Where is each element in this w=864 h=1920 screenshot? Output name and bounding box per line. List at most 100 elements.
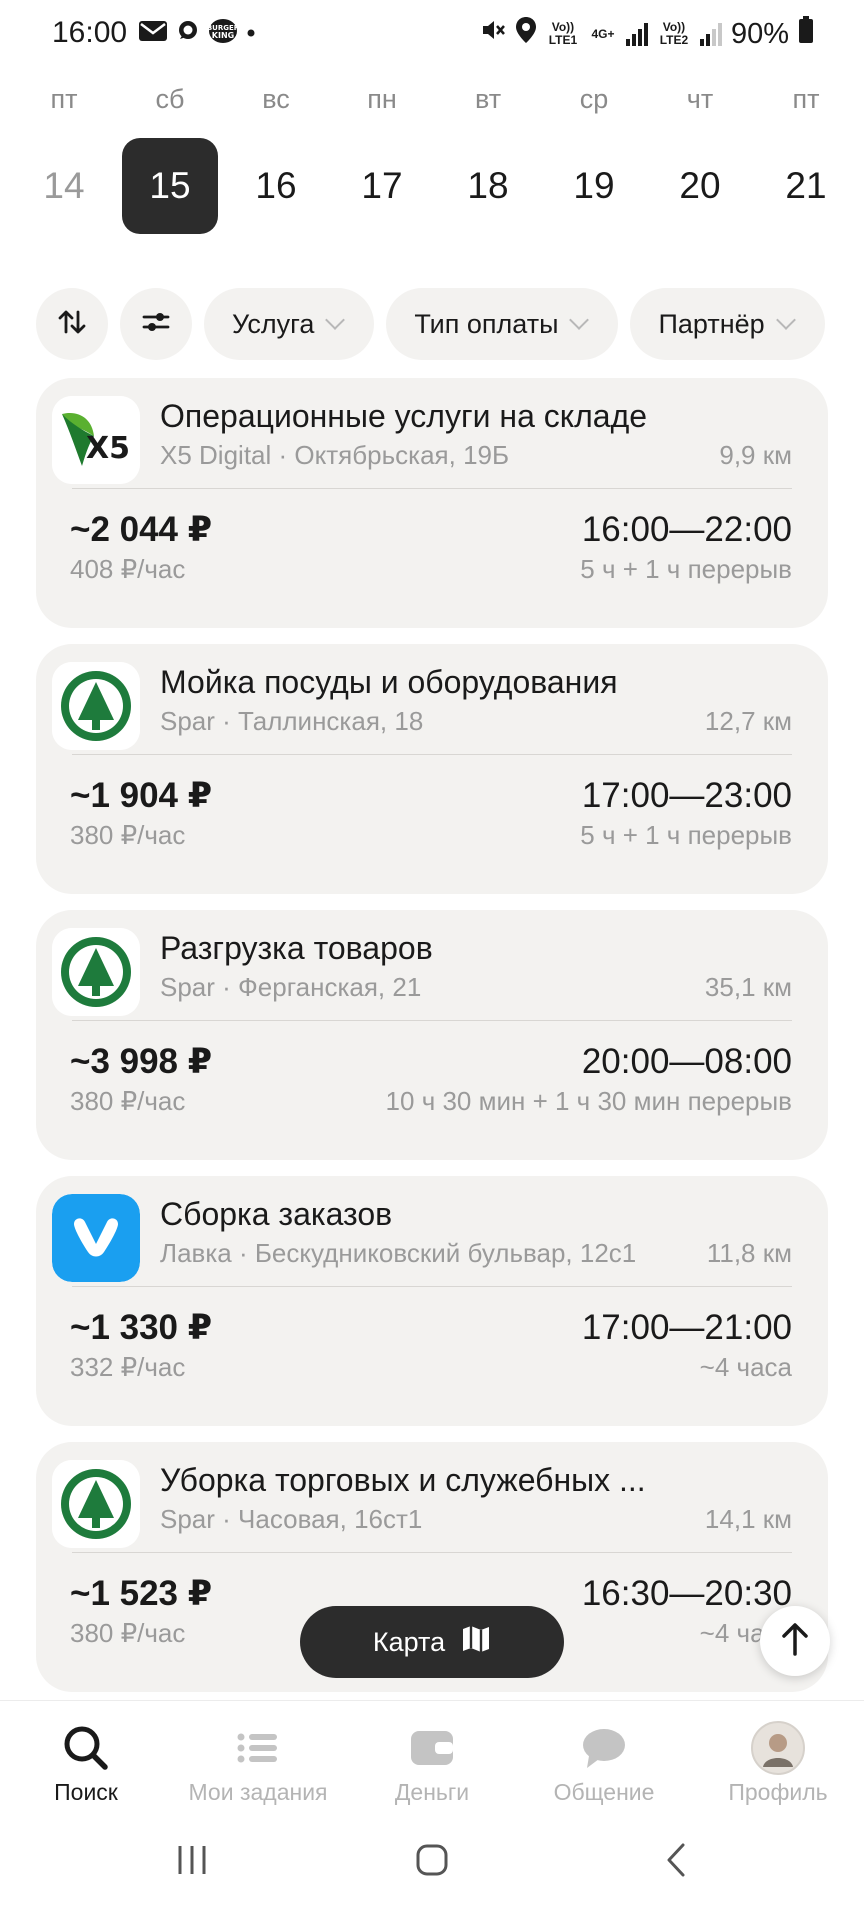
signal-2-icon [699,22,722,46]
svg-text:KING: KING [212,31,234,40]
job-distance: 11,8 км [706,1238,792,1268]
date-button[interactable]: 15 [122,138,218,234]
spar-logo [52,928,140,1016]
x5-logo: X5 [52,396,140,484]
map-icon [461,1624,491,1661]
payment-type-filter-label: Тип оплаты [414,308,559,339]
job-price: ~1 523 ₽ [70,1574,213,1613]
list-icon [172,1723,344,1773]
date-row: 14 15 16 17 18 19 20 21 [0,138,864,236]
job-card[interactable]: Сборка заказов Лавка · Бескудниковский бу… [36,1176,828,1426]
service-filter[interactable]: Услуга [204,288,375,360]
notification-icons: BURGER KING [138,18,256,49]
back-icon[interactable] [646,1830,706,1890]
job-title: Операционные услуги на складе [160,398,648,434]
nav-chat[interactable]: Общение [518,1723,690,1806]
partner-filter-label: Партнёр [658,308,765,339]
job-partner-address: Spar · Ферганская, 21 [160,972,422,1002]
card-divider [72,1552,792,1553]
job-price: ~1 904 ₽ [70,776,213,815]
job-title: Мойка посуды и оборудования [160,664,618,700]
job-card[interactable]: Мойка посуды и оборудования Spar · Таллин… [36,644,828,894]
job-title: Разгрузка товаров [160,930,433,966]
date-number: 19 [573,165,615,206]
spar-logo [52,662,140,750]
nav-my-tasks[interactable]: Мои задания [172,1723,344,1806]
map-button[interactable]: Карта [300,1606,564,1678]
job-time: 17:00—21:00 [581,1308,792,1347]
arrow-up-icon [780,1622,810,1661]
home-icon[interactable] [402,1830,462,1890]
filter-settings-button[interactable] [120,288,192,360]
job-hourly-rate: 408 ₽/час [70,554,186,584]
nav-search[interactable]: Поиск [0,1723,172,1806]
job-title: Уборка торговых и служебных ... [160,1462,646,1498]
partner-filter[interactable]: Партнёр [630,288,825,360]
job-duration: 5 ч + 1 ч перерыв [580,554,792,584]
service-filter-label: Услуга [232,308,315,339]
date-button[interactable]: 19 [546,138,642,234]
search-icon [0,1723,172,1773]
nav-money[interactable]: Деньги [346,1723,518,1806]
date-button[interactable]: 21 [758,138,854,234]
job-duration: 5 ч + 1 ч перерыв [580,820,792,850]
date-number: 21 [785,165,827,206]
job-card[interactable]: X5 Операционные услуги на складе X5 Digita… [36,378,828,628]
4g-icon: 4G+ [591,26,615,41]
spar-logo [52,1460,140,1548]
job-duration: 10 ч 30 мин + 1 ч 30 мин перерыв [385,1086,792,1116]
weekday-label: пт [792,84,820,114]
burger-king-icon: BURGER KING [207,18,240,49]
date-number: 16 [255,165,297,206]
dot-icon [246,19,256,48]
volte-lte1-icon: Vo)) LTE1 [548,20,578,47]
scroll-top-button[interactable] [760,1606,830,1676]
card-divider [72,1286,792,1287]
date-button[interactable]: 14 [16,138,112,234]
payment-type-filter[interactable]: Тип оплаты [386,288,619,360]
status-bar: 16:00 BURGER KING Vo)) LTE1 4G+ Vo)) LTE… [0,0,864,70]
card-divider [72,488,792,489]
battery-percent: 90% [730,17,789,50]
job-card[interactable]: Разгрузка товаров Spar · Ферганская, 21 35… [36,910,828,1160]
status-time: 16:00 [52,16,128,49]
job-title: Сборка заказов [160,1196,393,1232]
nav-label: Общение [553,1779,655,1805]
filter-bar: Услуга Тип оплаты Партнёр [36,288,825,360]
job-price: ~2 044 ₽ [70,510,213,549]
nav-label: Деньги [394,1779,470,1805]
date-button[interactable]: 16 [228,138,324,234]
weekday-label: сб [155,84,185,114]
job-time: 16:00—22:00 [581,510,792,549]
weekday-label: пн [367,84,397,114]
job-duration: ~4 часа [699,1352,792,1382]
sliders-icon [140,306,172,343]
recents-icon[interactable] [162,1830,222,1890]
job-time: 20:00—08:00 [581,1042,792,1081]
system-status-icons: Vo)) LTE1 4G+ Vo)) LTE2 90% [480,16,814,52]
job-partner-address: Spar · Таллинская, 18 [160,706,424,736]
job-price: ~1 330 ₽ [70,1308,213,1347]
date-button[interactable]: 17 [334,138,430,234]
weekday-label: вс [262,84,290,114]
date-number: 14 [43,165,85,206]
nav-label: Профиль [728,1779,828,1805]
lavka-logo [52,1194,140,1282]
job-hourly-rate: 380 ₽/час [70,1086,186,1116]
date-number: 15 [149,165,191,206]
sort-button[interactable] [36,288,108,360]
weekday-label: пт [50,84,78,114]
date-button[interactable]: 20 [652,138,748,234]
nav-profile[interactable]: Профиль [692,1721,864,1806]
nav-label: Мои задания [188,1779,328,1805]
card-divider [72,1020,792,1021]
weekday-label: вт [474,84,502,114]
date-button[interactable]: 18 [440,138,536,234]
map-button-label: Карта [372,1626,446,1657]
job-distance: 9,9 км [719,440,792,470]
nav-label: Поиск [54,1779,118,1805]
wallet-icon [346,1723,518,1773]
job-price: ~3 998 ₽ [70,1042,213,1081]
avatar-icon [692,1721,864,1775]
card-divider [72,754,792,755]
